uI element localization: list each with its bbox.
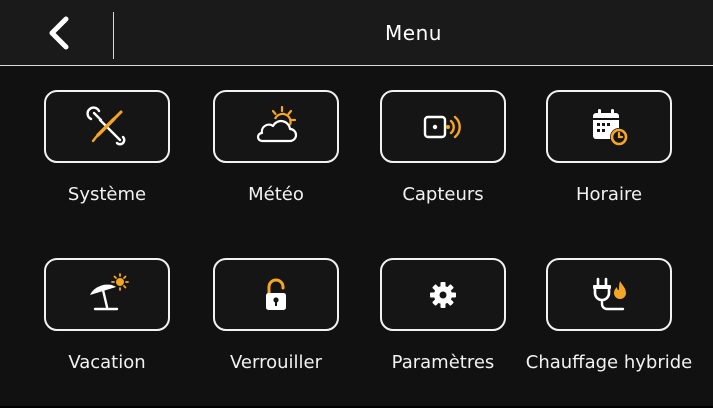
menu-tile-meteo[interactable] (213, 90, 339, 163)
gear-icon (430, 281, 456, 308)
back-button[interactable] (8, 6, 112, 60)
header-bar: Menu (0, 0, 713, 66)
menu-item-label: Capteurs (402, 184, 484, 205)
hybrid-heating-icon (593, 277, 626, 310)
vacation-icon (90, 272, 129, 310)
sensor-icon (423, 115, 461, 138)
menu-tile-horaire[interactable] (546, 90, 672, 163)
menu-item-horaire[interactable]: Horaire (512, 90, 680, 240)
menu-item-systeme[interactable]: Système (10, 90, 178, 240)
page-title: Menu (385, 20, 442, 45)
menu-tile-vacation[interactable] (44, 258, 170, 331)
menu-item-verrouiller[interactable]: Verrouiller (179, 258, 347, 408)
menu-item-label: Verrouiller (230, 352, 322, 373)
menu-item-label: Chauffage hybride (525, 352, 693, 373)
tools-icon (86, 105, 126, 145)
menu-tile-verrouiller[interactable] (213, 258, 339, 331)
menu-tile-chauffage-hybride[interactable] (546, 258, 672, 331)
menu-tile-capteurs[interactable] (380, 90, 506, 163)
menu-item-capteurs[interactable]: Capteurs (346, 90, 514, 240)
weather-icon (256, 105, 298, 142)
menu-item-label: Système (67, 184, 147, 205)
schedule-icon (593, 108, 628, 146)
menu-item-vacation[interactable]: Vacation (10, 258, 178, 408)
menu-tile-systeme[interactable] (44, 90, 170, 163)
chevron-left-icon (49, 16, 69, 50)
menu-screen: Menu Système Météo Capteurs Horaire Vaca… (0, 0, 713, 406)
menu-item-label: Paramètres (391, 352, 495, 373)
menu-item-label: Vacation (68, 352, 146, 373)
menu-item-chauffage-hybride[interactable]: Chauffage hybride (512, 258, 692, 408)
menu-item-meteo[interactable]: Météo (179, 90, 347, 240)
menu-item-label: Météo (248, 184, 304, 205)
menu-tile-parametres[interactable] (380, 258, 506, 331)
lock-icon (266, 278, 286, 310)
menu-item-parametres[interactable]: Paramètres (346, 258, 514, 408)
menu-item-label: Horaire (575, 184, 643, 205)
